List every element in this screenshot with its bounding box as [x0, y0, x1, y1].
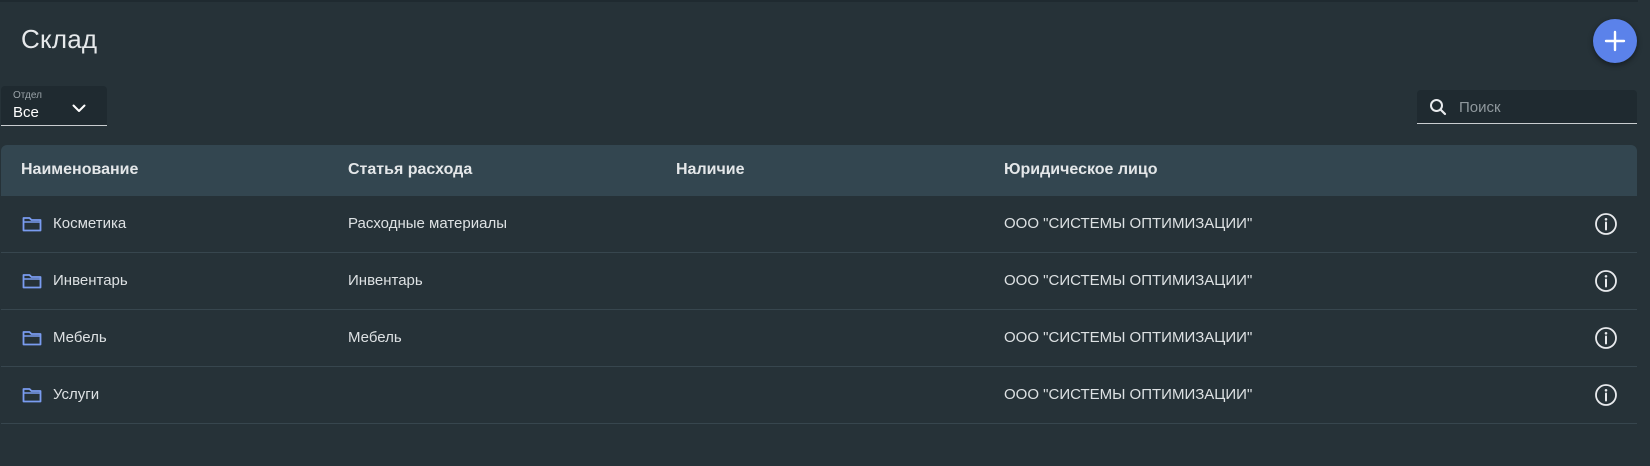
info-icon[interactable] — [1594, 212, 1618, 236]
row-name: Инвентарь — [53, 272, 128, 289]
info-icon[interactable] — [1594, 326, 1618, 350]
department-select-value: Все — [13, 104, 39, 121]
row-expense: Инвентарь — [348, 272, 423, 289]
folder-icon — [22, 274, 42, 289]
row-legal-entity: ООО "СИСТЕМЫ ОПТИМИЗАЦИИ" — [1004, 386, 1253, 403]
department-select-label: Отдел — [13, 90, 42, 101]
folder-icon — [22, 388, 42, 403]
chevron-down-icon — [72, 104, 86, 112]
warehouse-table: Наименование Статья расхода Наличие Юрид… — [1, 145, 1637, 424]
row-expense: Мебель — [348, 329, 402, 346]
department-select[interactable]: Отдел Все — [1, 86, 107, 126]
row-legal-entity: ООО "СИСТЕМЫ ОПТИМИЗАЦИИ" — [1004, 329, 1253, 346]
page-title: Склад — [21, 24, 98, 54]
top-divider — [0, 0, 1638, 2]
folder-icon — [22, 331, 42, 346]
row-legal-entity: ООО "СИСТЕМЫ ОПТИМИЗАЦИИ" — [1004, 215, 1253, 232]
search-box — [1417, 90, 1637, 124]
add-button[interactable] — [1593, 19, 1637, 63]
info-icon[interactable] — [1594, 383, 1618, 407]
warehouse-page: Склад Отдел Все Наименование Статья расх… — [0, 0, 1650, 466]
search-icon — [1430, 99, 1447, 116]
table-row[interactable]: Косметика Расходные материалы ООО "СИСТЕ… — [1, 196, 1637, 253]
table-header: Наименование Статья расхода Наличие Юрид… — [1, 145, 1637, 196]
search-input[interactable] — [1459, 94, 1629, 120]
column-header-expense[interactable]: Статья расхода — [348, 161, 472, 179]
column-header-name[interactable]: Наименование — [21, 161, 138, 179]
column-header-stock[interactable]: Наличие — [676, 161, 744, 179]
row-expense: Расходные материалы — [348, 215, 507, 232]
row-name: Мебель — [53, 329, 107, 346]
row-legal-entity: ООО "СИСТЕМЫ ОПТИМИЗАЦИИ" — [1004, 272, 1253, 289]
info-icon[interactable] — [1594, 269, 1618, 293]
folder-icon — [22, 217, 42, 232]
table-row[interactable]: Мебель Мебель ООО "СИСТЕМЫ ОПТИМИЗАЦИИ" — [1, 310, 1637, 367]
table-row[interactable]: Инвентарь Инвентарь ООО "СИСТЕМЫ ОПТИМИЗ… — [1, 253, 1637, 310]
plus-icon — [1604, 30, 1626, 52]
table-row[interactable]: Услуги ООО "СИСТЕМЫ ОПТИМИЗАЦИИ" — [1, 367, 1637, 424]
row-name: Услуги — [53, 386, 100, 403]
column-header-legal-entity[interactable]: Юридическое лицо — [1004, 161, 1158, 179]
row-name: Косметика — [53, 215, 127, 232]
